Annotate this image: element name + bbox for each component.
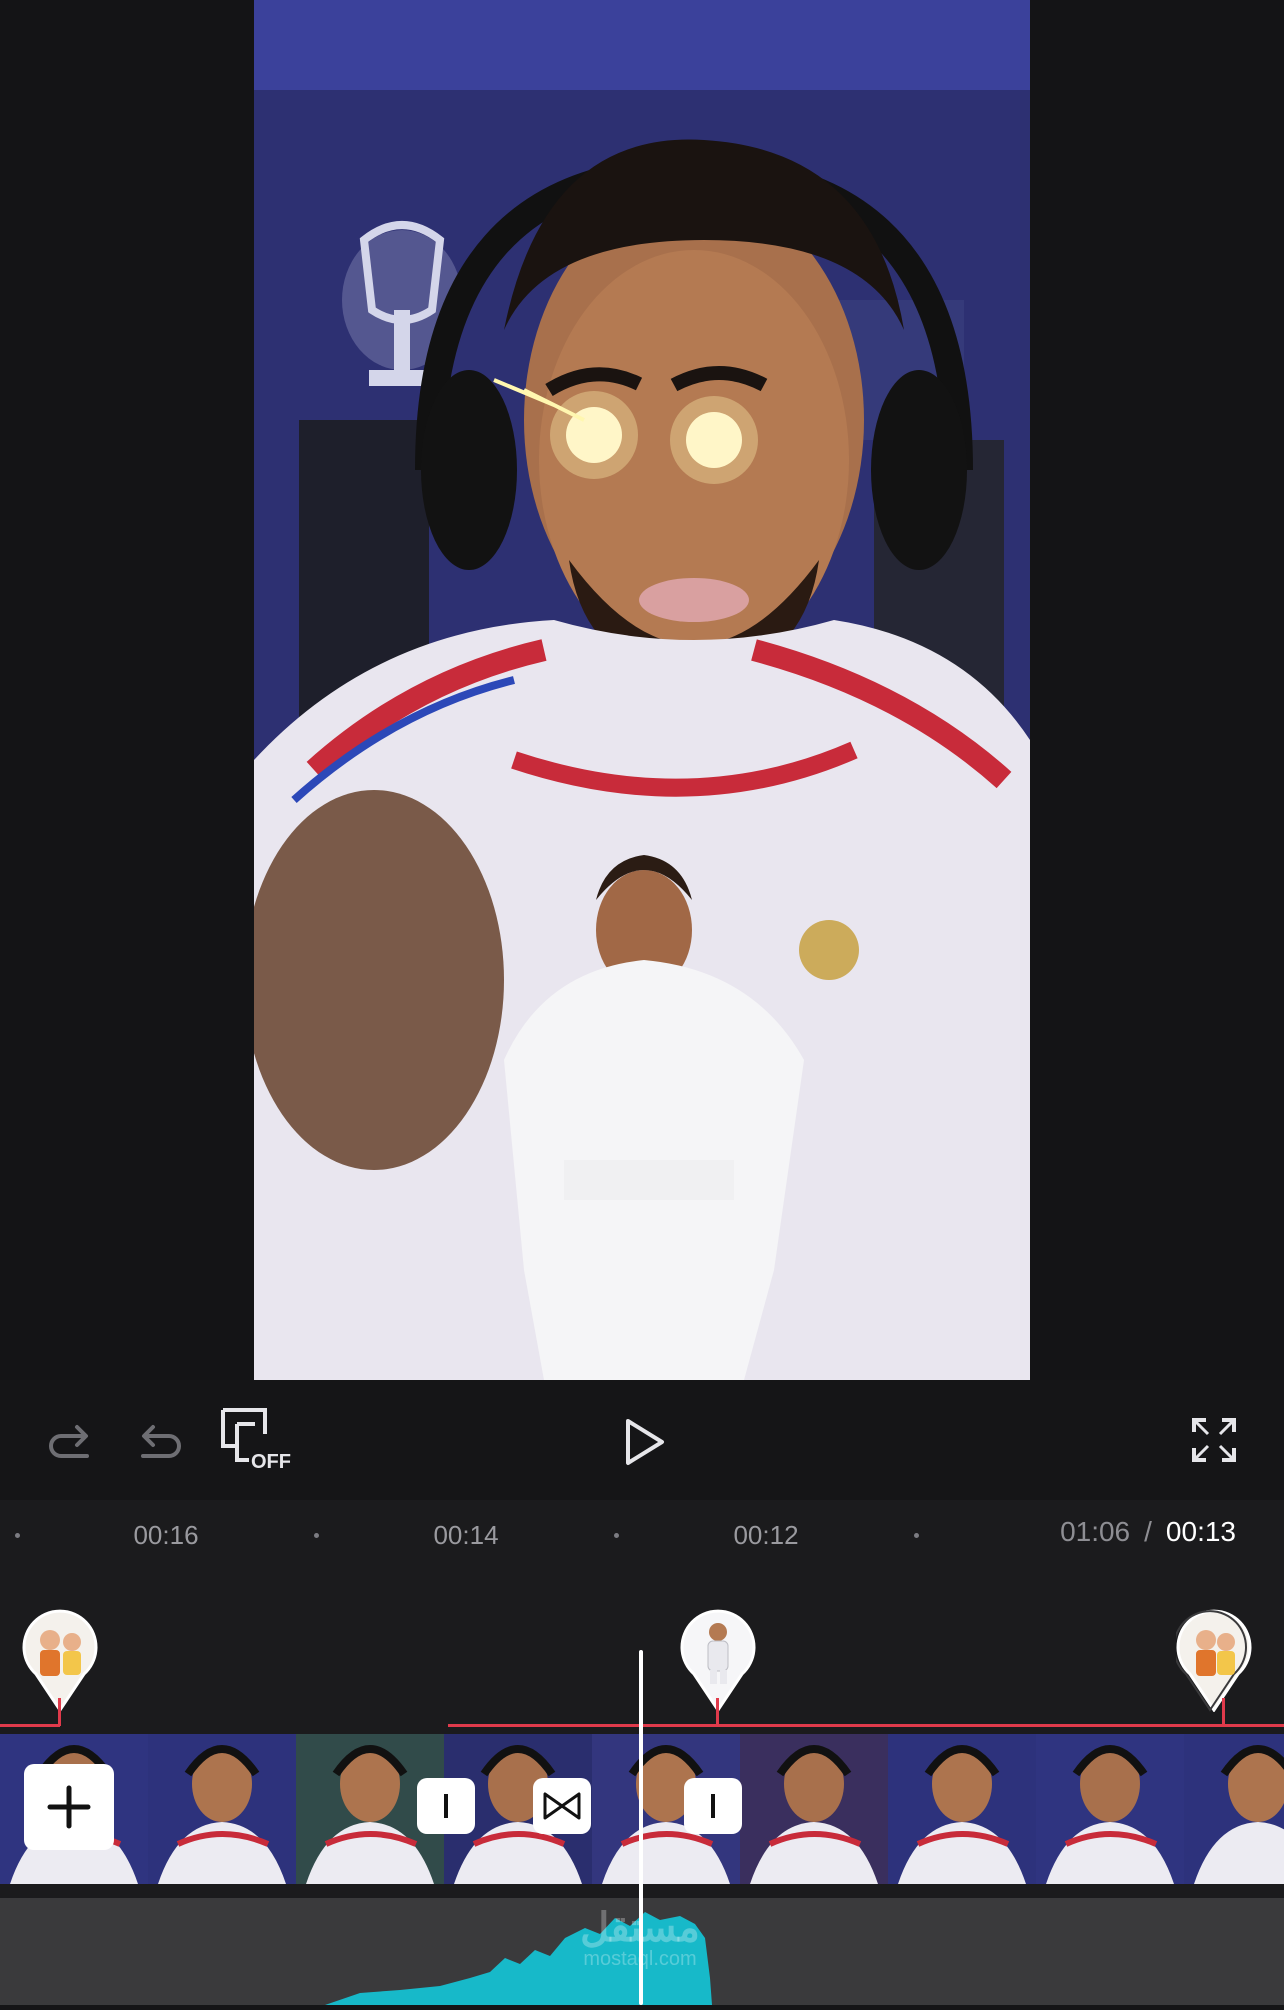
redo-icon	[49, 1425, 89, 1458]
ruler-dot	[314, 1533, 319, 1538]
ruler-dot	[15, 1533, 20, 1538]
playhead[interactable]	[639, 1650, 643, 2005]
keyframe-icon: OFF	[221, 1408, 291, 1473]
overlay-marker[interactable]	[1176, 1608, 1252, 1712]
playback-controls: OFF	[0, 1380, 1284, 1500]
keyframe-off-label: OFF	[251, 1451, 291, 1473]
ruler-tick-label: 00:16	[133, 1520, 199, 1550]
current-time: 00:13	[1165, 1516, 1236, 1547]
clip-thumbnail	[148, 1734, 296, 1884]
video-frame-image	[254, 0, 1030, 1380]
clip-thumbnail	[1184, 1734, 1284, 1884]
marker-stem	[58, 1698, 61, 1726]
fullscreen-button[interactable]	[1186, 1412, 1242, 1468]
play-icon	[626, 1419, 664, 1465]
transition-button[interactable]	[417, 1778, 475, 1834]
transition-none-icon	[711, 1794, 715, 1818]
transition-bowtie-icon	[543, 1792, 581, 1820]
transition-none-icon	[444, 1794, 448, 1818]
time-display: 01:06 / 00:13	[1060, 1516, 1236, 1548]
undo-icon	[141, 1425, 181, 1458]
time-separator: /	[1144, 1516, 1152, 1547]
marker-stem	[1222, 1698, 1225, 1726]
ruler-tick-label: 00:12	[733, 1520, 799, 1550]
marker-stem	[716, 1698, 719, 1726]
keyframe-toggle-button[interactable]: OFF	[215, 1404, 295, 1474]
video-preview[interactable]	[254, 0, 1030, 1380]
add-clip-button[interactable]	[24, 1764, 114, 1850]
overlay-marker[interactable]	[680, 1608, 756, 1712]
transition-button[interactable]	[533, 1778, 591, 1834]
time-ruler[interactable]: 00:16 00:14 00:12 01:06 / 00:13	[0, 1500, 1284, 1570]
play-button[interactable]	[612, 1410, 676, 1474]
total-duration: 01:06	[1060, 1516, 1131, 1547]
transition-button[interactable]	[684, 1778, 742, 1834]
overlay-marker[interactable]	[22, 1608, 98, 1712]
clip-thumbnail	[1036, 1734, 1184, 1884]
ruler-dot	[914, 1533, 919, 1538]
plus-icon	[47, 1785, 91, 1829]
ruler-dot	[614, 1533, 619, 1538]
ruler-tick-label: 00:14	[433, 1520, 499, 1550]
undo-button[interactable]	[130, 1412, 190, 1472]
overlay-track-line	[0, 1724, 60, 1727]
clip-thumbnail	[740, 1734, 888, 1884]
fullscreen-icon	[1192, 1418, 1236, 1462]
redo-button[interactable]	[40, 1412, 100, 1472]
overlay-track-line	[448, 1724, 1284, 1727]
clip-thumbnail	[888, 1734, 1036, 1884]
